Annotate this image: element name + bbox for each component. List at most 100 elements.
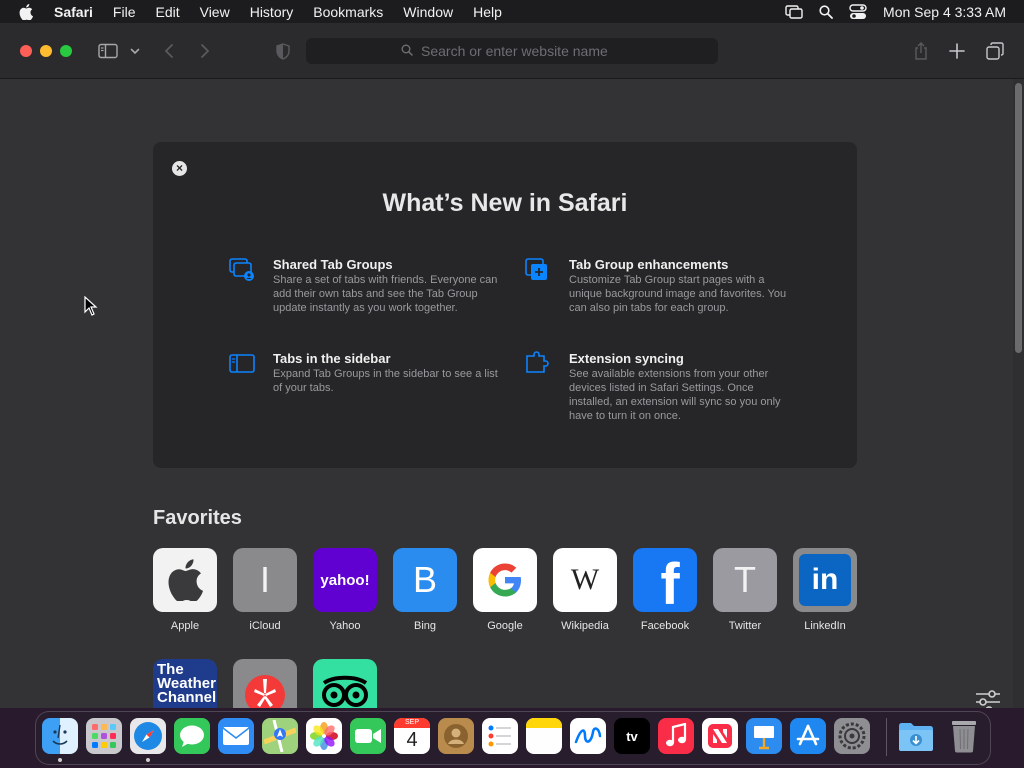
- calendar-month: SEP: [394, 718, 430, 728]
- dock-facetime[interactable]: [350, 718, 386, 754]
- browser-toolbar: [0, 23, 1024, 79]
- safari-window: × What’s New in Safari Shared Tab Groups…: [0, 23, 1024, 708]
- dock: SEP 4 tv: [35, 711, 991, 765]
- safari-compass-icon: [134, 722, 162, 750]
- favorite-weather-channel[interactable]: The Weather Channel: [153, 659, 217, 708]
- favorite-twitter[interactable]: T: [713, 548, 777, 612]
- close-card-icon[interactable]: ×: [172, 161, 187, 176]
- new-tab-plus-icon[interactable]: [948, 39, 966, 63]
- favorite-google[interactable]: [473, 548, 537, 612]
- scrollbar-thumb[interactable]: [1015, 83, 1022, 353]
- favorite-yahoo[interactable]: yahoo!: [313, 548, 377, 612]
- dock-maps[interactable]: [262, 718, 298, 754]
- feature-extension-syncing: Extension syncing See available extensio…: [526, 351, 799, 423]
- dock-downloads[interactable]: [898, 718, 934, 754]
- dock-reminders[interactable]: [482, 718, 518, 754]
- calendar-day: 4: [406, 729, 418, 751]
- dock-contacts[interactable]: [438, 718, 474, 754]
- safari-running-indicator: [146, 758, 150, 762]
- back-chevron-icon[interactable]: [160, 39, 178, 63]
- dock-trash[interactable]: [946, 718, 982, 754]
- close-window-button[interactable]: [20, 45, 32, 57]
- control-center-icon[interactable]: [849, 3, 867, 20]
- tab-group-chevron-down-icon[interactable]: [128, 39, 142, 63]
- sidebar-toggle-icon[interactable]: [96, 39, 120, 63]
- privacy-shield-icon[interactable]: [274, 39, 292, 63]
- share-icon[interactable]: [912, 39, 930, 63]
- favorite-bing[interactable]: B: [393, 548, 457, 612]
- tile-glyph: T: [734, 559, 756, 600]
- sidebar-icon: [229, 354, 255, 373]
- dock-app-store[interactable]: [790, 718, 826, 754]
- dock-finder[interactable]: [42, 718, 78, 754]
- dock-tv[interactable]: tv: [614, 718, 650, 754]
- photos-flower-icon: [310, 722, 338, 750]
- favorite-label: Wikipedia: [561, 620, 609, 632]
- minimize-window-button[interactable]: [40, 45, 52, 57]
- dock-system-settings[interactable]: [834, 718, 870, 754]
- launchpad-grid-icon: [92, 724, 116, 748]
- favorites-title: Favorites: [153, 507, 242, 529]
- extension-icon: [526, 351, 549, 373]
- menu-history[interactable]: History: [250, 4, 294, 20]
- tab-overview-icon[interactable]: [985, 39, 1005, 63]
- menu-view[interactable]: View: [200, 4, 230, 20]
- feature-title: Tab Group enhancements: [569, 257, 729, 272]
- dock-mail[interactable]: [218, 718, 254, 754]
- dock-notes[interactable]: [526, 718, 562, 754]
- menu-edit[interactable]: Edit: [155, 4, 179, 20]
- news-icon: [708, 724, 732, 748]
- favorite-apple[interactable]: [153, 548, 217, 612]
- screen-mirroring-icon[interactable]: [785, 4, 803, 19]
- favorite-linkedin[interactable]: in: [793, 548, 857, 612]
- tile-glyph: in: [811, 563, 839, 596]
- apple-menu-icon[interactable]: [18, 3, 34, 20]
- favorite-label: Facebook: [640, 620, 690, 632]
- dock-freeform[interactable]: [570, 718, 606, 754]
- menu-file[interactable]: File: [113, 4, 136, 20]
- vertical-scrollbar[interactable]: [1013, 79, 1024, 708]
- feature-tabs-in-sidebar: Tabs in the sidebar Expand Tab Groups in…: [229, 351, 503, 395]
- favorite-icloud[interactable]: I: [233, 548, 297, 612]
- facetime-camera-icon: [355, 729, 381, 743]
- forward-chevron-icon[interactable]: [196, 39, 214, 63]
- favorite-label: LinkedIn: [804, 620, 846, 632]
- notes-header: [526, 718, 562, 728]
- dock-calendar[interactable]: SEP 4: [394, 718, 430, 754]
- dock-news[interactable]: [702, 718, 738, 754]
- google-logo-icon: [488, 563, 521, 597]
- dock-music[interactable]: [658, 718, 694, 754]
- mouse-cursor-icon: [84, 296, 98, 316]
- dock-launchpad[interactable]: [86, 718, 122, 754]
- favorite-label: Bing: [413, 620, 437, 632]
- dock-keynote[interactable]: [746, 718, 782, 754]
- dock-photos[interactable]: [306, 718, 342, 754]
- address-input[interactable]: [419, 42, 623, 60]
- favorite-tripadvisor[interactable]: [313, 659, 377, 708]
- zoom-window-button[interactable]: [60, 45, 72, 57]
- tab-group-enhancements-icon: [525, 258, 547, 280]
- music-note-icon: [666, 723, 687, 747]
- menu-bar: Safari File Edit View History Bookmarks …: [0, 0, 1024, 23]
- tile-glyph: W: [570, 563, 600, 596]
- dock-messages[interactable]: [174, 718, 210, 754]
- dock-safari[interactable]: [130, 718, 166, 754]
- favorite-wikipedia[interactable]: W: [553, 548, 617, 612]
- customize-start-page-icon[interactable]: [974, 689, 1002, 708]
- menu-help[interactable]: Help: [473, 4, 502, 20]
- keynote-podium-icon: [754, 726, 774, 750]
- address-bar[interactable]: [306, 38, 718, 64]
- yelp-icon: [245, 675, 285, 708]
- mail-envelope-icon: [222, 727, 250, 745]
- whats-new-title: What’s New in Safari: [382, 189, 628, 217]
- menu-app-name[interactable]: Safari: [54, 4, 93, 20]
- menu-bookmarks[interactable]: Bookmarks: [313, 4, 383, 20]
- favorite-label: Apple: [170, 620, 200, 632]
- favorite-yelp[interactable]: [233, 659, 297, 708]
- favorite-facebook[interactable]: f: [633, 548, 697, 612]
- menu-clock[interactable]: Mon Sep 4 3:33 AM: [883, 4, 1006, 20]
- menu-window[interactable]: Window: [403, 4, 453, 20]
- shared-tab-groups-icon: [229, 258, 254, 281]
- feature-description: Expand Tab Groups in the sidebar to see …: [273, 368, 498, 394]
- spotlight-search-icon[interactable]: [819, 4, 833, 19]
